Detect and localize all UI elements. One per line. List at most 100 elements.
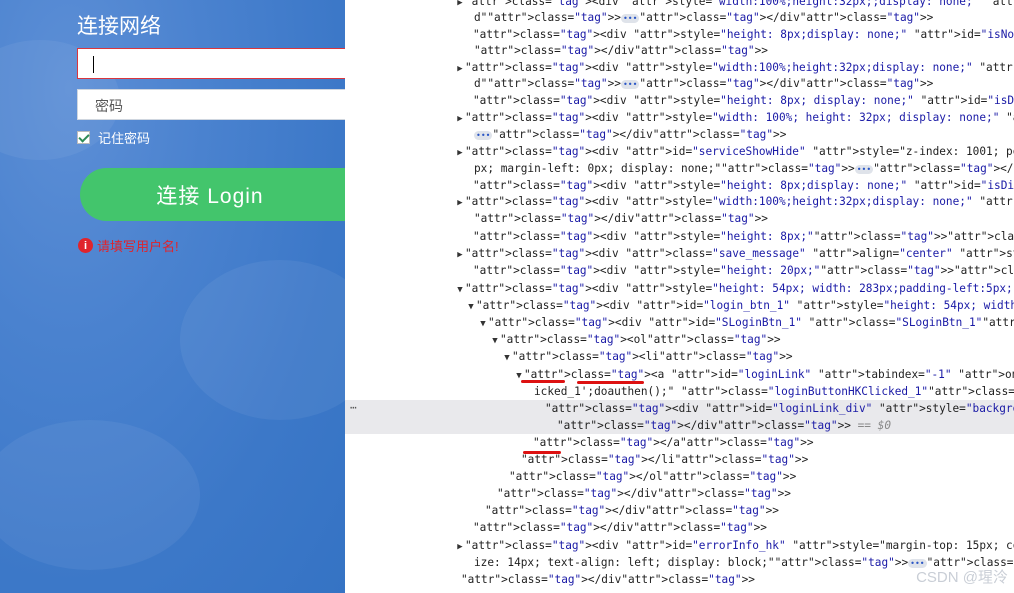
selected-node-gutter-dots[interactable]: ⋯ — [350, 401, 357, 414]
dom-tree-line[interactable]: "attr">class="tag"></div"attr">class="ta… — [345, 42, 1014, 59]
dom-tree-line-text: "attr">class="tag"><div "attr">style="he… — [473, 230, 1014, 243]
expand-triangle-right-icon[interactable]: ▶ — [455, 195, 465, 210]
dom-tree-line-text: icked_1';doauthen();" "attr">class="logi… — [534, 385, 1014, 398]
dom-tree-line-text: d""attr">class="tag">> ••• "attr">class="t… — [474, 77, 934, 90]
dom-tree-line[interactable]: d""attr">class="tag">> ••• "attr">class="t… — [345, 9, 1014, 26]
dom-tree-line[interactable]: "attr">class="tag"></a"attr">class="tag"… — [345, 434, 1014, 451]
dom-tree-line-text: px; margin-left: 0px; display: none;""at… — [474, 162, 1014, 175]
dom-tree-line[interactable]: "attr">class="tag"></div"attr">class="ta… — [345, 210, 1014, 227]
dom-tree-line[interactable]: "attr">class="tag"></div"attr">class="ta… — [345, 485, 1014, 502]
dom-tree-line[interactable]: ▶ "attr">class="tag"><div "attr">style="w… — [345, 109, 1014, 126]
dom-tree-line-text: "attr">class="tag"><div "attr">style="he… — [473, 94, 1014, 107]
dom-tree-line-text: ••• "attr">class="tag"></div"attr">class=… — [474, 128, 787, 141]
dom-tree-line-text: "attr">class="tag"></div"attr">class="ta… — [485, 504, 779, 517]
dom-tree-line[interactable]: "attr">class="tag"></div"attr">class="ta… — [345, 417, 1014, 434]
dom-tree-line-text: "attr">class="tag"></li"attr">class="tag… — [521, 453, 809, 466]
dom-tree-line-text: "attr">class="tag"><div "attr">style="he… — [473, 179, 1014, 192]
annotation-underline-loginlink — [577, 381, 644, 384]
dom-tree-line-text: "attr">class="tag"></div"attr">class="ta… — [474, 44, 768, 57]
dom-tree-line-text: "attr">class="tag"><div "attr">style="wi… — [465, 195, 1014, 208]
expand-triangle-down-icon[interactable]: ▼ — [455, 282, 465, 297]
expand-triangle-down-icon[interactable]: ▼ — [466, 299, 476, 314]
error-icon: i — [78, 238, 93, 253]
expand-triangle-right-icon[interactable]: ▶ — [455, 539, 465, 554]
dom-tree-line-text: "attr">class="tag"><div "attr">id="login… — [476, 299, 1014, 312]
dom-tree-line[interactable]: ▼ "attr">class="tag"><div "attr">style="h… — [345, 280, 1014, 297]
dom-tree-line[interactable]: "attr">class="tag"></div"attr">class="ta… — [345, 502, 1014, 519]
dom-tree-line[interactable]: "attr">class="tag"></div"attr">class="ta… — [345, 519, 1014, 536]
dom-tree-line-text: "attr">class="tag"><div "attr">style="wi… — [465, 61, 1014, 74]
dom-tree-line-text: "attr">class="tag"><ol"attr">class="tag"… — [500, 333, 781, 346]
remember-password[interactable]: 记住密码 — [77, 128, 150, 147]
error-text: 请填写用户名! — [97, 239, 179, 254]
background-cloud — [0, 420, 200, 570]
login-title: 连接网络 — [77, 15, 161, 38]
dom-tree-line-text: "attr">class="tag"><div "attr">id="SLogi… — [488, 316, 1014, 329]
dom-tree-line[interactable]: ▼ "attr">class="tag"><ol"attr">class="tag… — [345, 331, 1014, 348]
dom-tree-line[interactable]: "attr">class="tag"><div "attr">style="he… — [345, 177, 1014, 194]
login-button-label: 连接 Login — [156, 184, 264, 208]
expand-triangle-right-icon[interactable]: ▶ — [455, 145, 465, 160]
dom-tree-line[interactable]: ▶ "attr">class="tag"><div "attr">class="s… — [345, 245, 1014, 262]
dom-tree-line[interactable]: ▼ "attr">class="tag"><div "attr">id="logi… — [345, 297, 1014, 314]
expand-triangle-right-icon[interactable]: ▶ — [455, 247, 465, 262]
background-cloud — [180, 260, 345, 420]
dom-tree-line[interactable]: icked_1';doauthen();" "attr">class="logi… — [345, 383, 1014, 400]
dom-tree-line-text: "attr">class="tag"><a "attr">id="loginLi… — [524, 368, 1014, 381]
dom-tree-line-text: "attr">class="tag"></div"attr">class="ta… — [473, 521, 767, 534]
login-button[interactable]: 连接 Login — [80, 168, 345, 221]
dom-tree-line-text: "attr">class="tag"></ol"attr">class="tag… — [509, 470, 797, 483]
devtools-elements-panel[interactable]: ▶ "attr">class="tag"><div "attr">style="w… — [345, 0, 1014, 593]
dom-tree-line[interactable]: "attr">class="tag"><div "attr">style="he… — [345, 228, 1014, 245]
dom-tree-line[interactable]: "attr">class="tag"></li"attr">class="tag… — [345, 451, 1014, 468]
expand-triangle-right-icon[interactable]: ▶ — [455, 111, 465, 126]
dom-tree-line-text: "attr">class="tag"></div"attr">class="ta… — [474, 212, 768, 225]
dom-tree-line-text: "attr">class="tag"><li"attr">class="tag"… — [512, 350, 793, 363]
dom-tree-line-text: d""attr">class="tag">> ••• "attr">class="t… — [474, 11, 934, 24]
annotation-underline-loginlink — [521, 380, 565, 383]
dom-tree-line[interactable]: ▶ "attr">class="tag"><div "attr">id="serv… — [345, 143, 1014, 160]
dom-tree-line[interactable]: "attr">class="tag"></div"attr">class="ta… — [345, 571, 1014, 588]
dom-tree-line-text: "attr">class="tag"><div "attr">style="he… — [473, 264, 1014, 277]
dom-tree-line-text: "attr">class="tag"><div "attr">style="he… — [473, 28, 1014, 41]
expand-triangle-right-icon[interactable]: ▶ — [455, 61, 465, 76]
remember-label: 记住密码 — [98, 131, 151, 146]
dom-tree-line[interactable]: "attr">class="tag"><div "attr">style="he… — [345, 26, 1014, 43]
dom-tree-line-text: "attr">class="tag"></a"attr">class="tag"… — [533, 436, 814, 449]
dom-tree-line-text: "attr">class="tag"><div "attr">id="error… — [465, 539, 1014, 552]
dom-tree-line-text: "attr">class="tag"></div"attr">class="ta… — [557, 419, 892, 432]
dom-tree-line[interactable]: ize: 14px; text-align: left; display: bl… — [345, 554, 1014, 571]
dom-tree-line[interactable]: "attr">class="tag"><div "attr">style="he… — [345, 262, 1014, 279]
dom-tree-line[interactable]: ▼ "attr">class="tag"><a "attr">id="loginL… — [345, 366, 1014, 383]
dom-tree-line[interactable]: ▼ "attr">class="tag"><li"attr">class="tag… — [345, 348, 1014, 365]
dom-tree-line[interactable]: ▶ "attr">class="tag"><div "attr">style="w… — [345, 59, 1014, 76]
text-caret — [93, 56, 94, 73]
expand-triangle-down-icon[interactable]: ▼ — [502, 350, 512, 365]
dom-tree-line-text: "attr">class="tag"><div "attr">id="login… — [545, 402, 1014, 415]
dom-tree-line[interactable]: ••• "attr">class="tag"></div"attr">class=… — [345, 126, 1014, 143]
expand-triangle-down-icon[interactable]: ▼ — [490, 333, 500, 348]
dom-tree-line[interactable]: "attr">class="tag"></ol"attr">class="tag… — [345, 468, 1014, 485]
username-input[interactable] — [77, 48, 345, 79]
dom-tree-line-text: "attr">class="tag"></div"attr">class="ta… — [461, 573, 755, 586]
expand-triangle-down-icon[interactable]: ▼ — [478, 316, 488, 331]
login-panel: 连接网络 密码 记住密码 连接 Login i 请填写用户名! — [0, 0, 345, 593]
dom-tree-line[interactable]: d""attr">class="tag">> ••• "attr">class="t… — [345, 75, 1014, 92]
dom-tree-line-text: "attr">class="tag"><div "attr">class="sa… — [465, 247, 1014, 260]
annotation-underline-closing-a — [523, 451, 561, 454]
watermark: CSDN @瑆泠 — [916, 569, 1008, 586]
dom-tree-line[interactable]: ▼ "attr">class="tag"><div "attr">id="SLog… — [345, 314, 1014, 331]
password-input[interactable]: 密码 — [77, 89, 345, 120]
remember-checkbox[interactable] — [77, 131, 90, 144]
dom-tree-line[interactable]: "attr">class="tag"><div "attr">id="login… — [345, 400, 1014, 417]
dom-tree-line[interactable]: ▶ "attr">class="tag"><div "attr">style="w… — [345, 193, 1014, 210]
error-message: i 请填写用户名! — [78, 236, 179, 255]
dom-tree-line[interactable]: "attr">class="tag"><div "attr">style="he… — [345, 92, 1014, 109]
dom-tree-line[interactable]: ▶ "attr">class="tag"><div "attr">id="erro… — [345, 537, 1014, 554]
dom-tree-line-text: "attr">class="tag"><div "attr">id="servi… — [465, 145, 1014, 158]
dom-tree-line-text: "attr">class="tag"><div "attr">style="he… — [465, 282, 1014, 295]
password-placeholder: 密码 — [95, 98, 123, 114]
dom-tree-line-text: "attr">class="tag"><div "attr">style="wi… — [465, 0, 1014, 8]
dom-tree-line-text: "attr">class="tag"><div "attr">style="wi… — [465, 111, 1014, 124]
dom-tree-line[interactable]: px; margin-left: 0px; display: none;""at… — [345, 160, 1014, 177]
